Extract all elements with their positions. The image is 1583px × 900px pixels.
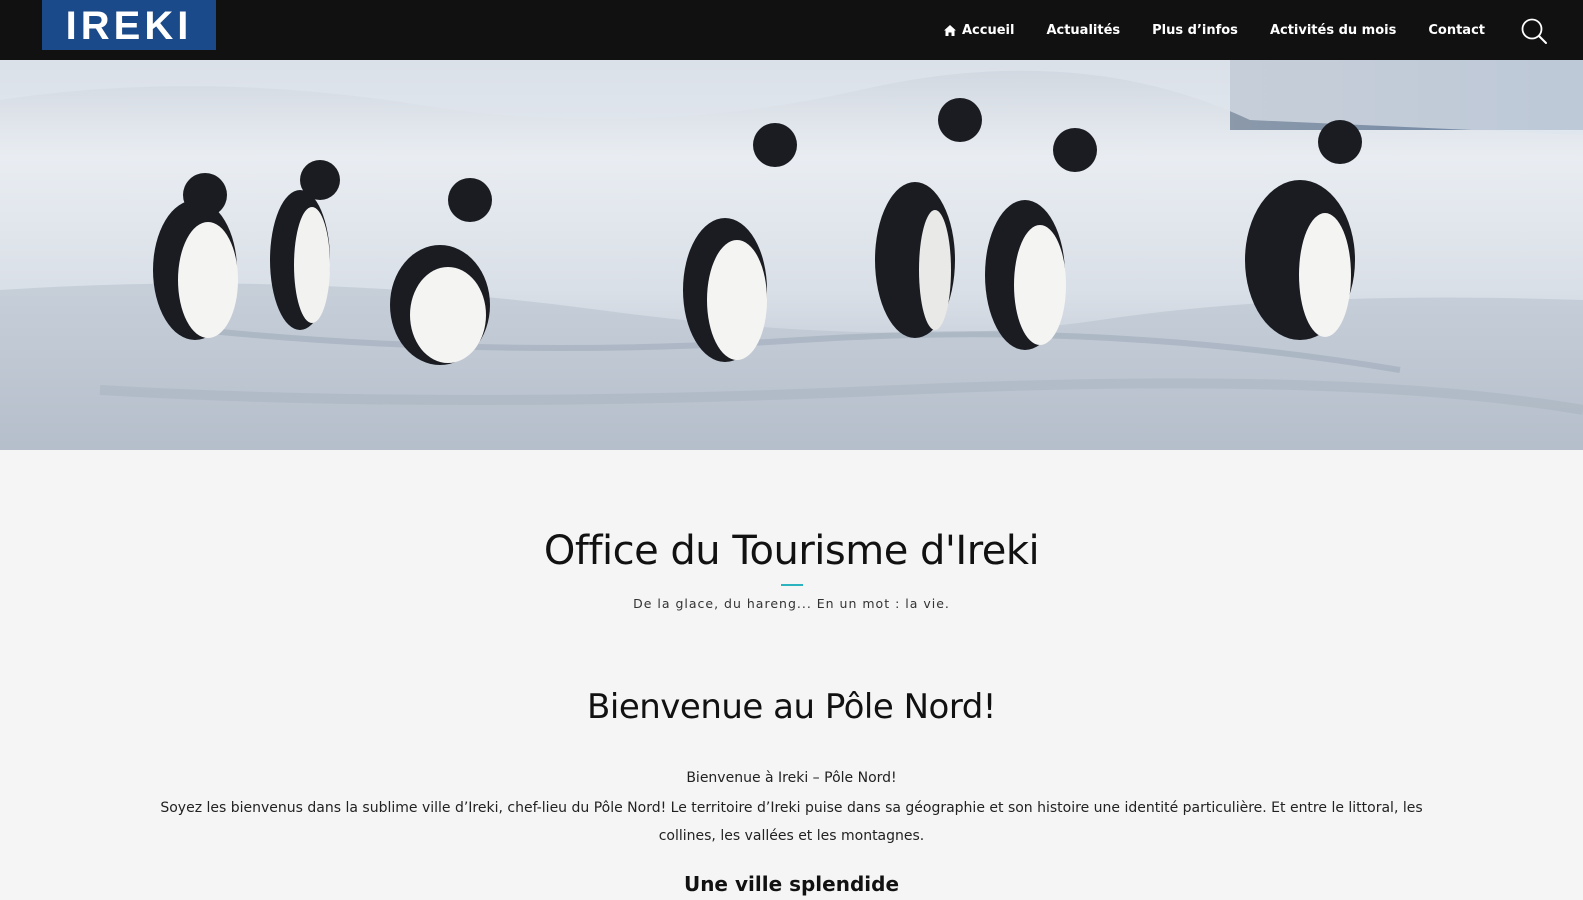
section-subheading: Une ville splendide <box>683 872 900 896</box>
site-logo[interactable]: IREKI <box>42 0 216 50</box>
page-title: Office du Tourisme d'Ireki <box>543 528 1040 574</box>
page-tagline: De la glace, du hareng... En un mot : la… <box>633 596 950 611</box>
welcome-heading: Bienvenue au Pôle Nord! <box>587 687 996 727</box>
nav-item-accueil[interactable]: Accueil <box>943 22 1015 38</box>
nav-item-activites[interactable]: Activités du mois <box>1270 23 1396 38</box>
nav-item-label: Accueil <box>961 22 1015 38</box>
home-icon <box>943 24 956 36</box>
nav-item-label: Plus d’infos <box>1152 22 1238 38</box>
nav-item-label: Actualités <box>1046 22 1121 38</box>
hero-banner <box>0 60 1583 450</box>
intro-paragraph: Soyez les bienvenus dans la sublime vill… <box>160 800 1423 844</box>
nav-item-plus-infos[interactable]: Plus d’infos <box>1152 23 1238 38</box>
nav-item-actualites[interactable]: Actualités <box>1046 23 1120 38</box>
hero-image <box>0 60 1583 450</box>
intro-line: Bienvenue à Ireki – Pôle Nord! <box>686 770 897 786</box>
main-content: Office du Tourisme d'Ireki De la glace, … <box>0 450 1583 900</box>
nav-item-label: Contact <box>1428 22 1485 38</box>
nav-item-contact[interactable]: Contact <box>1428 23 1485 38</box>
main-nav: Accueil Actualités Plus d’infos Activité… <box>943 0 1485 60</box>
top-navbar: IREKI Accueil Actualités Plus d’infos Ac… <box>0 0 1583 60</box>
search-icon[interactable] <box>1520 17 1548 45</box>
nav-item-label: Activités du mois <box>1269 22 1397 38</box>
title-divider <box>781 584 803 586</box>
